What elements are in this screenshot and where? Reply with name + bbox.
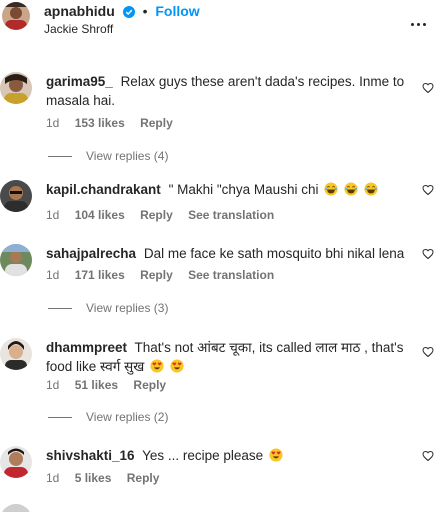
comment-body: garima95_ Relax guys these aren't dada's… [46,72,416,110]
comment-meta: 1d 104 likes Reply See translation [46,208,286,222]
comment-body: dhammpreet That's not आंबट चूका, its cal… [46,338,416,376]
post-header: apnabhidu • Follow Jackie Shroff [0,0,445,44]
author-line: apnabhidu • Follow [44,3,200,19]
see-translation-button[interactable]: See translation [188,208,274,222]
like-heart-icon[interactable] [422,82,434,94]
like-heart-icon[interactable] [422,450,434,462]
like-heart-icon[interactable] [422,248,434,260]
comment-item: sahajpalrecha Dal me face ke sath mosqui… [0,244,445,319]
commenter-avatar[interactable] [0,504,32,512]
author-username[interactable]: apnabhidu [44,3,115,19]
comment-time[interactable]: 1d [46,378,59,392]
reply-button[interactable]: Reply [140,208,173,222]
replies-divider-line [48,308,72,310]
like-heart-icon[interactable] [422,184,434,196]
comment-item: shivshakti_16 Yes ... recipe please 1d 5… [0,446,445,496]
comment-item: dhammpreet That's not आंबट चूका, its cal… [0,338,445,428]
like-heart-icon[interactable] [422,346,434,358]
reply-button[interactable]: Reply [140,268,173,282]
more-options-icon[interactable] [411,13,431,26]
comment-time[interactable]: 1d [46,116,59,130]
replies-divider-line [48,417,72,419]
comment-body: shivshakti_16 Yes ... recipe please [46,446,416,465]
comment-time[interactable]: 1d [46,208,59,222]
commenter-avatar[interactable] [0,180,32,212]
commenter-avatar[interactable] [0,338,32,370]
comment-username[interactable]: garima95_ [46,74,113,89]
comment-body: sahajpalrecha Dal me face ke sath mosqui… [46,244,416,263]
follow-button[interactable]: Follow [155,3,199,19]
commenter-avatar[interactable] [0,446,32,478]
laughing-emoji-icon [324,182,338,196]
comment-username[interactable]: sahajpalrecha [46,246,136,261]
comment-text: " Makhi "chya Maushi chi [168,182,319,197]
comment-time[interactable]: 1d [46,268,59,282]
comment-meta: 1d 153 likes Reply [46,116,185,130]
likes-count[interactable]: 171 likes [75,268,125,282]
audio-subtitle[interactable]: Jackie Shroff [44,22,113,36]
view-replies-label: View replies (4) [86,149,169,163]
separator-dot: • [142,3,148,19]
author-avatar[interactable] [2,2,30,30]
view-replies-button[interactable]: View replies (4) [48,149,168,163]
laughing-emoji-icon [364,182,378,196]
heart-eyes-emoji-icon [150,359,164,373]
likes-count[interactable]: 51 likes [75,378,118,392]
likes-count[interactable]: 153 likes [75,116,125,130]
comment-item: garima95_ Relax guys these aren't dada's… [0,72,445,163]
laughing-emoji-icon [344,182,358,196]
view-replies-button[interactable]: View replies (3) [48,301,168,315]
comment-body: kapil.chandrakant " Makhi "chya Maushi c… [46,180,416,199]
comment-meta: 1d 51 likes Reply [46,378,178,392]
see-translation-button[interactable]: See translation [188,268,274,282]
comment-meta: 1d 5 likes Reply [46,471,171,485]
comment-text: Yes ... recipe please [142,448,264,463]
heart-eyes-emoji-icon [170,359,184,373]
view-replies-label: View replies (3) [86,301,169,315]
comment-username[interactable]: shivshakti_16 [46,448,135,463]
likes-count[interactable]: 5 likes [75,471,112,485]
verified-badge-icon [122,6,135,18]
comment-username[interactable]: kapil.chandrakant [46,182,161,197]
comment-time[interactable]: 1d [46,471,59,485]
reply-button[interactable]: Reply [127,471,160,485]
commenter-avatar[interactable] [0,244,32,276]
comment-meta: 1d 171 likes Reply See translation [46,268,286,282]
reply-button[interactable]: Reply [140,116,173,130]
view-replies-button[interactable]: View replies (2) [48,410,168,424]
view-replies-label: View replies (2) [86,410,169,424]
replies-divider-line [48,156,72,158]
likes-count[interactable]: 104 likes [75,208,125,222]
comment-item: kapil.chandrakant " Makhi "chya Maushi c… [0,180,445,230]
reply-button[interactable]: Reply [133,378,166,392]
comment-username[interactable]: dhammpreet [46,340,127,355]
comment-text: Dal me face ke sath mosquito bhi nikal l… [143,246,405,261]
heart-eyes-emoji-icon [269,448,283,462]
comment-item-partial [0,504,445,512]
commenter-avatar[interactable] [0,72,32,104]
